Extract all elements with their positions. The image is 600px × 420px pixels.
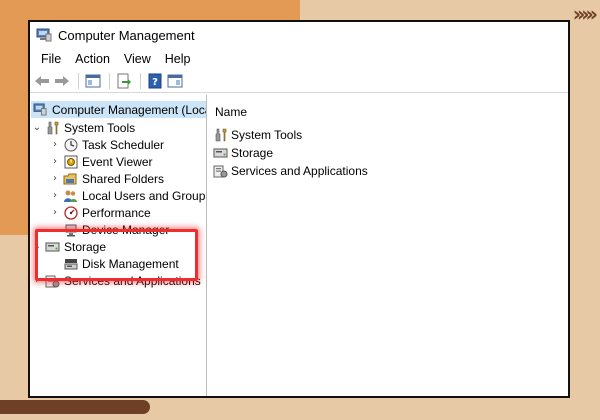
help-button[interactable]: ? — [146, 72, 164, 90]
decorative-arrows: ››››› — [572, 2, 598, 26]
chevron-down-icon[interactable]: ⌄ — [31, 122, 43, 133]
tools-icon — [213, 127, 228, 142]
tree-item-label: Disk Management — [82, 256, 179, 271]
tree-item-label: Local Users and Groups — [82, 188, 207, 203]
computer-management-icon — [36, 28, 52, 42]
chevron-down-icon[interactable]: ⌄ — [31, 241, 43, 252]
tree-item-shared-folders[interactable]: › Shared Folders — [49, 170, 164, 187]
computer-management-window: Computer Management File Action View Hel… — [28, 20, 570, 398]
list-item-storage[interactable]: Storage — [213, 144, 273, 161]
tree-item-event-viewer[interactable]: › Event Viewer — [49, 153, 152, 170]
tools-icon — [45, 120, 60, 135]
tree-item-label: Storage — [64, 239, 107, 254]
services-icon — [213, 163, 228, 178]
clock-icon — [63, 137, 78, 152]
tree-item-disk-management[interactable]: Disk Management — [61, 255, 179, 272]
list-item-label: Storage — [231, 145, 274, 160]
disk-management-icon — [63, 256, 78, 271]
menu-view[interactable]: View — [117, 52, 158, 66]
list-item-label: Services and Applications — [231, 163, 368, 178]
export-list-button[interactable] — [115, 72, 133, 90]
help-icon: ? — [148, 73, 162, 89]
chevron-right-icon[interactable]: › — [49, 139, 61, 150]
chevron-right-icon[interactable]: › — [31, 275, 43, 286]
forward-button[interactable] — [53, 72, 71, 90]
console-tree-icon — [85, 74, 101, 88]
computer-management-icon — [33, 102, 48, 117]
svg-text:?: ? — [152, 77, 158, 88]
console-tree: Computer Management (Local) ⌄ System Too… — [30, 95, 207, 396]
list-item-label: System Tools — [231, 127, 303, 142]
tree-item-label: Device Manager — [82, 222, 170, 237]
tree-item-device-manager[interactable]: Device Manager — [61, 221, 169, 238]
storage-icon — [45, 239, 60, 254]
toolbar-separator — [109, 73, 110, 89]
toolbar-separator — [78, 73, 79, 89]
window-title: Computer Management — [58, 27, 195, 43]
back-arrow-icon — [35, 76, 49, 86]
menu-action[interactable]: Action — [68, 52, 117, 66]
list-item-system-tools[interactable]: System Tools — [213, 126, 302, 143]
back-button[interactable] — [33, 72, 51, 90]
tree-item-storage[interactable]: ⌄ Storage — [31, 238, 106, 255]
toolbar-separator — [140, 73, 141, 89]
tree-item-label: Event Viewer — [82, 154, 153, 169]
tree-item-task-scheduler[interactable]: › Task Scheduler — [49, 136, 164, 153]
tree-item-computer-management[interactable]: Computer Management (Local) — [31, 101, 207, 118]
forward-arrow-icon — [55, 76, 69, 86]
tree-item-performance[interactable]: › Performance — [49, 204, 151, 221]
tree-item-system-tools[interactable]: ⌄ System Tools — [31, 119, 135, 136]
results-pane: Name System Tools Storage Services and A… — [207, 95, 568, 396]
tree-item-label: Task Scheduler — [82, 137, 165, 152]
show-hide-console-tree-button[interactable] — [84, 72, 102, 90]
name-column-header[interactable]: Name — [215, 105, 247, 119]
toolbar: ? — [30, 70, 568, 93]
tree-item-label: Computer Management (Local) — [52, 102, 207, 117]
tree-item-label: Performance — [82, 205, 151, 220]
list-item-services-and-applications[interactable]: Services and Applications — [213, 162, 368, 179]
title-bar: Computer Management — [30, 22, 568, 48]
content-area: Computer Management (Local) ⌄ System Too… — [30, 95, 568, 396]
chevron-right-icon[interactable]: › — [49, 156, 61, 167]
chevron-right-icon[interactable]: › — [49, 207, 61, 218]
shared-folder-icon — [63, 171, 78, 186]
users-icon — [63, 188, 78, 203]
services-icon — [45, 273, 60, 288]
chevron-right-icon[interactable]: › — [49, 173, 61, 184]
performance-icon — [63, 205, 78, 220]
tree-item-services-and-applications[interactable]: › Services and Applications — [31, 272, 201, 289]
decorative-bar — [0, 400, 150, 414]
action-pane-icon — [167, 74, 183, 88]
tree-item-label: Shared Folders — [82, 171, 165, 186]
menu-file[interactable]: File — [34, 52, 68, 66]
storage-icon — [213, 145, 228, 160]
event-viewer-icon — [63, 154, 78, 169]
tree-item-local-users-and-groups[interactable]: › Local Users and Groups — [49, 187, 207, 204]
tree-item-label: Services and Applications — [64, 273, 201, 288]
menu-bar: File Action View Help — [30, 48, 568, 70]
menu-help[interactable]: Help — [158, 52, 198, 66]
tree-item-label: System Tools — [64, 120, 136, 135]
show-hide-action-pane-button[interactable] — [166, 72, 184, 90]
chevron-right-icon[interactable]: › — [49, 190, 61, 201]
export-list-icon — [117, 73, 131, 89]
device-manager-icon — [63, 222, 78, 237]
